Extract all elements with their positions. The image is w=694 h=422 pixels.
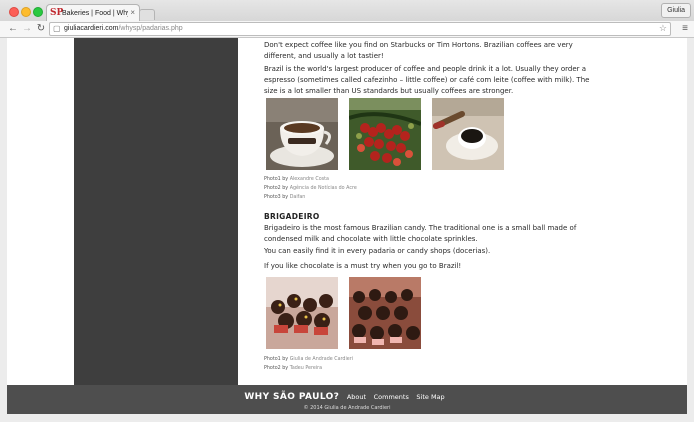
- browser-window: SP Bakeries | Food | Why São × Giulia ← …: [0, 0, 694, 422]
- brigadeiro-photo-credits: Photo1 by Giulia de Andrade Cardieri Pho…: [264, 355, 353, 373]
- coffee-paragraph-1: Don't expect coffee like you find on Sta…: [264, 41, 573, 60]
- photo-coffee-cup[interactable]: [266, 98, 338, 170]
- close-window-button[interactable]: [9, 7, 19, 17]
- window-bottom-edge: [0, 414, 694, 422]
- section-heading-brigadeiro: BRIGADEIRO: [264, 212, 320, 221]
- maximize-window-button[interactable]: [33, 7, 43, 17]
- photo-espresso-cup[interactable]: [432, 98, 504, 170]
- minimize-window-button[interactable]: [21, 7, 31, 17]
- url-text[interactable]: giuliacardieri.com/whysp/padarias.php: [64, 24, 183, 34]
- tab-strip: SP Bakeries | Food | Why São × Giulia: [0, 0, 694, 22]
- url-path: /whysp/padarias.php: [118, 25, 183, 32]
- coffee-photo-credits: Photo1 by Alexandre Costa Photo2 by Agên…: [264, 175, 357, 202]
- new-tab-button[interactable]: [139, 9, 155, 20]
- credit-author-link[interactable]: Giulia de Andrade Cardieri: [290, 357, 353, 362]
- footer-brand[interactable]: WHY SÃO PAULO?: [244, 392, 339, 402]
- site-footer: WHY SÃO PAULO? About Comments Site Map ©…: [7, 385, 687, 414]
- footer-nav: WHY SÃO PAULO? About Comments Site Map: [7, 392, 687, 402]
- browser-tab-active[interactable]: SP Bakeries | Food | Why São ×: [46, 4, 140, 22]
- footer-copyright: © 2014 Giulia de Andrade Cardieri: [303, 405, 391, 411]
- photo-brigadeiro-2[interactable]: [349, 277, 421, 349]
- forward-arrow-icon[interactable]: →: [21, 23, 33, 35]
- page-icon: ▢: [53, 24, 61, 33]
- brigadeiro-paragraph-2: You can easily find it in every padaria …: [264, 247, 491, 255]
- page-viewport: Don't expect coffee like you find on Sta…: [7, 38, 687, 414]
- credit-line: Photo1 by Alexandre Costa: [264, 177, 329, 182]
- bookmark-star-icon[interactable]: ☆: [659, 23, 667, 34]
- url-host: giuliacardieri.com: [64, 25, 119, 32]
- credit-line: Photo3 by Daifan: [264, 195, 306, 200]
- footer-link-about[interactable]: About: [347, 393, 366, 401]
- back-arrow-icon[interactable]: ←: [7, 23, 19, 35]
- browser-toolbar: ← → ↻ ▢ giuliacardieri.com/whysp/padaria…: [0, 21, 694, 38]
- credit-line: Photo1 by Giulia de Andrade Cardieri: [264, 357, 354, 362]
- photo-coffee-berries[interactable]: [349, 98, 421, 170]
- credit-author-link[interactable]: Agência de Notícias do Acre: [290, 186, 357, 191]
- footer-link-comments[interactable]: Comments: [374, 393, 409, 401]
- credit-author-link[interactable]: Tadeu Pereira: [290, 366, 322, 371]
- tab-close-icon[interactable]: ×: [130, 8, 135, 17]
- brigadeiro-paragraph-3: If you like chocolate is a must try when…: [264, 262, 462, 270]
- profile-button[interactable]: Giulia: [661, 3, 691, 18]
- tab-title: Bakeries | Food | Why São: [62, 10, 128, 17]
- coffee-paragraph-2: Brazil is the world's largest producer o…: [264, 65, 590, 95]
- browser-menu-icon[interactable]: ≡: [682, 23, 688, 35]
- brigadeiro-paragraph-1: Brigadeiro is the most famous Brazilian …: [264, 224, 577, 243]
- footer-link-site-map[interactable]: Site Map: [416, 393, 444, 401]
- credit-author-link[interactable]: Daifan: [290, 195, 306, 200]
- page-sidebar: [74, 38, 238, 385]
- credit-line: Photo2 by Agência de Notícias do Acre: [264, 186, 357, 191]
- address-bar[interactable]: ▢ giuliacardieri.com/whysp/padarias.php …: [49, 22, 671, 36]
- credit-line: Photo2 by Tadeu Pereira: [264, 366, 323, 371]
- reload-icon[interactable]: ↻: [35, 23, 47, 35]
- photo-brigadeiro-1[interactable]: [266, 277, 338, 349]
- credit-author-link[interactable]: Alexandre Costa: [290, 177, 329, 182]
